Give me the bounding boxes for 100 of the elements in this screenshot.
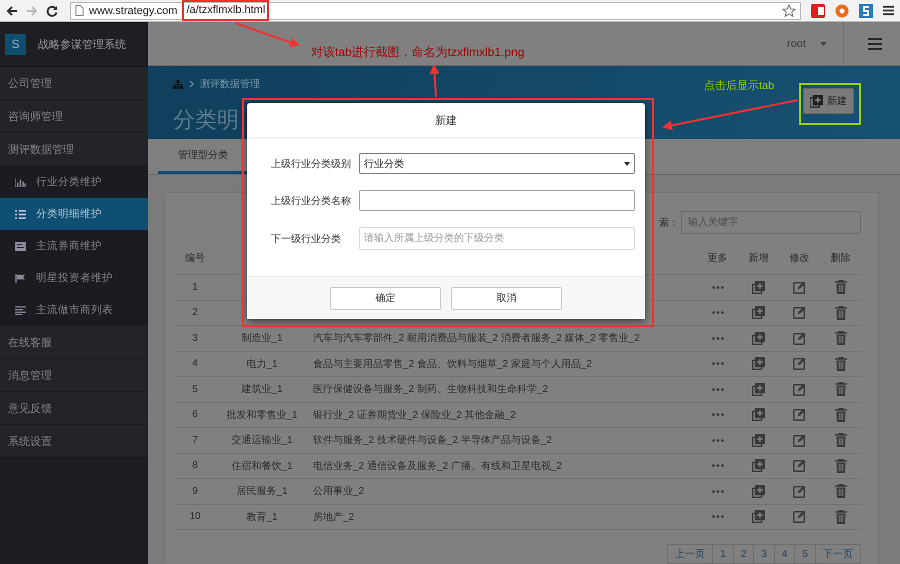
more-icon[interactable] [712,336,724,340]
add-copy-icon[interactable] [752,484,765,498]
sidebar-item[interactable]: 意见反馈 [0,392,148,425]
more-icon[interactable] [712,286,724,289]
more-icon[interactable] [712,438,724,442]
table-cell-text: 5 [191,384,199,395]
page-button[interactable]: 1 [712,544,734,564]
table-cell: 公用事业_2 [313,486,364,498]
trash-icon[interactable] [834,408,846,422]
more-icon[interactable] [712,490,724,493]
edit-icon[interactable] [793,510,806,524]
table-cell-text: 9 [191,486,199,497]
edit-icon[interactable] [793,459,806,472]
field-label: 下一级行业分类 [271,232,342,246]
more-icon[interactable] [712,464,724,468]
trash-icon[interactable] [834,306,846,320]
logo: S [5,34,26,54]
page-button[interactable]: 3 [753,544,775,564]
extension-icon[interactable] [811,4,825,18]
trash-icon[interactable] [834,331,846,346]
more-icon[interactable] [712,388,724,391]
edit-icon[interactable] [793,357,806,370]
table-cell: 住宿和餐饮_1 [231,460,293,472]
edit-icon[interactable] [793,408,806,422]
back-icon[interactable] [6,4,18,16]
trash-icon[interactable] [834,433,846,448]
sidebar-item[interactable]: 消息管理 [0,359,148,392]
reload-icon[interactable] [46,4,58,16]
page-button[interactable]: 4 [774,544,796,564]
page-button[interactable]: 5 [794,544,816,564]
sidebar-item[interactable]: 行业分类维护 [0,166,148,198]
add-copy-icon[interactable] [752,510,765,524]
add-copy-icon[interactable] [752,382,765,396]
table-cell: 建筑业_1 [241,384,283,396]
add-copy-icon[interactable] [752,357,765,370]
trash-icon[interactable] [834,280,846,294]
add-copy-icon[interactable] [752,332,765,345]
column-header: 新增 [748,252,770,264]
more-icon[interactable] [712,362,724,366]
edit-icon[interactable] [793,332,806,345]
more-icon[interactable] [712,311,724,314]
table-cell-text: 2 [191,307,199,318]
table-cell: 食品与主要用品零售_2 食品、饮料与烟草_2 家庭与个人用品_2 [313,358,592,370]
sidebar-item[interactable]: 主流券商维护 [0,230,148,262]
new-button[interactable]: 新建 [803,88,854,114]
sidebar-label: 行业分类维护 [36,175,102,189]
edit-icon[interactable] [793,306,806,320]
edit-icon[interactable] [793,434,806,447]
search-label: 索： [659,216,679,230]
sidebar-item[interactable]: 公司管理 [0,67,148,100]
sidebar-item[interactable]: 分类明细维护 [0,198,148,230]
add-copy-icon[interactable] [752,459,765,472]
user-menu[interactable]: root [787,38,806,50]
dropdown[interactable]: 行业分类 [359,153,635,174]
add-copy-icon[interactable] [752,434,765,447]
annotation-arrow [234,22,300,48]
sidebar-item[interactable]: 咨询师管理 [0,100,148,133]
edit-icon[interactable] [793,382,806,396]
more-icon[interactable] [712,413,724,416]
sidebar-item[interactable]: 主流做市商列表 [0,294,148,326]
star-icon[interactable] [782,4,796,18]
caret-icon [820,42,827,46]
more-icon[interactable] [712,515,724,518]
trash-icon[interactable] [834,382,846,396]
trash-icon[interactable] [834,458,846,473]
dialog-button[interactable]: 取消 [451,286,562,310]
sidebar-item[interactable]: 系统设置 [0,425,148,458]
sidebar-item[interactable]: 在线客服 [0,326,148,359]
field-label: 上级行业分类级别 [271,158,352,170]
table-cell: 教育_1 [246,512,278,523]
edit-icon[interactable] [793,280,806,294]
flag-icon [15,274,26,282]
extension-icon[interactable] [859,4,873,18]
previous-page-button[interactable]: 上一页 [667,544,714,564]
page-button[interactable]: 2 [732,544,754,564]
input-field[interactable] [359,190,635,211]
next-page-button[interactable]: 下一页 [815,544,861,564]
add-copy-icon[interactable] [752,408,765,422]
dialog-button[interactable]: 确定 [330,286,441,310]
sidebar-label: 明星投资者维护 [36,271,113,285]
breadcrumb[interactable]: 测评数据管理 [200,77,260,91]
edit-icon[interactable] [793,484,806,498]
trash-icon[interactable] [834,356,846,371]
trash-icon[interactable] [834,484,846,498]
caret-icon [624,162,630,166]
address-bar[interactable]: www.strategy.com /a/tzxflmxlb.html [70,2,801,20]
highlight-box [799,83,861,125]
table-cell-text: 4 [191,358,199,370]
forward-icon[interactable] [26,4,38,16]
sidebar-label: 主流券商维护 [36,239,102,253]
add-copy-icon[interactable] [752,306,765,320]
add-copy-icon [810,94,823,108]
table-cell: 制造业_1 [241,333,283,344]
add-copy-icon[interactable] [752,280,765,294]
table-cell: 电力_1 [246,358,278,370]
menu-icon[interactable] [883,5,894,16]
sidebar-item[interactable]: 明星投资者维护 [0,262,148,294]
sidebar-item[interactable]: 测评数据管理 [0,133,148,166]
trash-icon[interactable] [834,510,846,524]
extension-icon[interactable] [835,4,849,18]
